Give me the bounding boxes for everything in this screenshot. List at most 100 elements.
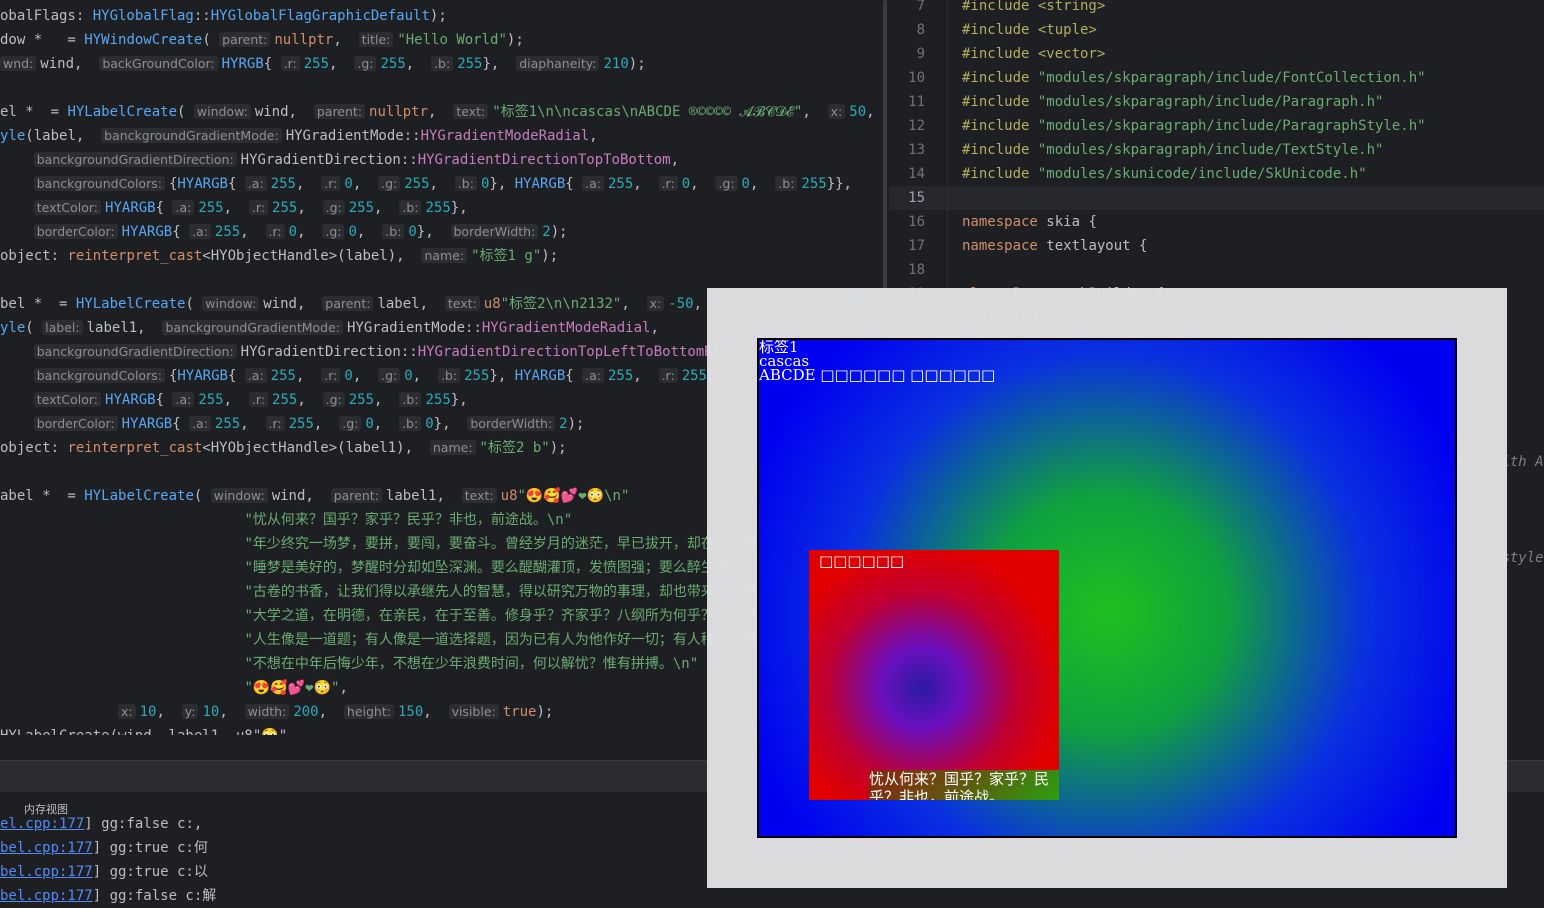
code-line: yle( label: label1, banckgroundGradientMo… xyxy=(0,316,659,340)
code-token: "标签1\n\ncascas\nABCDE ®©©©© 𝓐𝓑𝓒𝓓𝓔" xyxy=(492,104,803,120)
code-line: #include "modules/skparagraph/include/Te… xyxy=(962,138,1383,162)
code-line: object: reinterpret_cast<HYObjectHandle>… xyxy=(0,436,567,460)
code-token: , xyxy=(329,56,355,72)
code-token: { xyxy=(565,176,583,192)
code-token: "modules/skparagraph/include/Paragraph.h… xyxy=(1037,94,1384,110)
source-link[interactable]: bel.cpp:177 xyxy=(0,840,93,856)
source-link[interactable]: el.cpp:177 xyxy=(0,816,84,832)
code-token: , xyxy=(223,392,249,408)
code-token: , xyxy=(156,704,182,720)
code-token: skia { xyxy=(1046,214,1097,230)
code-token: 255 xyxy=(270,176,296,192)
parameter-hint: visible: xyxy=(448,704,499,719)
code-token: nullptr xyxy=(369,104,429,120)
code-token: HYARGB xyxy=(105,200,156,216)
code-token: "modules/skparagraph/include/FontCollect… xyxy=(1037,70,1426,86)
code-token: 0 xyxy=(348,224,357,240)
code-token: wind, xyxy=(271,488,331,504)
code-token: HYARGB xyxy=(121,224,173,240)
parameter-hint: borderWidth: xyxy=(467,416,556,431)
code-token: , xyxy=(633,176,659,192)
parameter-hint: .g: xyxy=(322,224,345,239)
code-token: 0 xyxy=(741,176,750,192)
hello-world-window[interactable]: 标签1 cascas ABCDE □□□□□□ □□□□□□ □□□□□□ 忧从… xyxy=(707,288,1507,888)
code-token: , xyxy=(650,320,659,336)
code-token: :: xyxy=(400,152,418,168)
scrollbar-thumb[interactable] xyxy=(883,0,887,290)
code-token: ); xyxy=(628,56,646,72)
code-token: HYARGB xyxy=(177,176,228,192)
parameter-hint: x: xyxy=(118,704,136,719)
parameter-hint: height: xyxy=(343,704,394,719)
parameter-hint: y: xyxy=(181,704,199,719)
parameter-hint: window: xyxy=(210,488,268,503)
code-token: #include xyxy=(962,94,1038,110)
code-token: , xyxy=(297,224,323,240)
code-line: #include <tuple> xyxy=(962,18,1097,42)
code-token: 255 xyxy=(425,200,451,216)
code-token: 255 xyxy=(272,200,298,216)
code-token: , xyxy=(866,104,875,120)
line-number: 9 xyxy=(916,46,925,62)
code-token: HYGradientDirectionTopLeftToBottomRight xyxy=(417,344,747,360)
code-token: { xyxy=(227,368,245,384)
code-token: label, xyxy=(377,296,445,312)
code-token: #include xyxy=(962,0,1038,14)
parameter-hint: window: xyxy=(193,104,251,119)
parameter-hint: textColor: xyxy=(33,200,102,215)
code-token: 0 xyxy=(344,176,353,192)
parameter-hint: parent: xyxy=(330,488,382,503)
code-token: { xyxy=(172,416,190,432)
code-token: ); xyxy=(549,440,567,456)
code-line: #include "modules/skparagraph/include/Pa… xyxy=(962,114,1426,138)
source-link[interactable]: bel.cpp:177 xyxy=(0,864,93,880)
code-token: label1, xyxy=(385,488,462,504)
code-token: "标签1 g" xyxy=(471,248,542,264)
code-line: #include <vector> xyxy=(962,42,1105,66)
source-link[interactable]: bel.cpp:177 xyxy=(0,888,93,904)
line-number: 17 xyxy=(908,238,925,254)
code-token: }, xyxy=(489,176,515,192)
code-token: , xyxy=(412,368,438,384)
code-token: 255 xyxy=(198,392,224,408)
parameter-hint: .r: xyxy=(265,416,285,431)
code-line: x: 10, y: 10, width: 200, height: 150, visib… xyxy=(0,700,553,724)
code-token: 210 xyxy=(603,56,629,72)
code-token: <HYObjectHandle>(label), xyxy=(202,248,422,264)
code-token: { xyxy=(172,224,190,240)
code-line: "古卷的书香，让我们得以承继先人的智慧，得以研究万物的事理，却也带来了疑惑，生与… xyxy=(0,580,807,604)
code-token: ( xyxy=(185,296,203,312)
parameter-hint: .b: xyxy=(382,224,405,239)
line-number: 10 xyxy=(908,70,925,86)
console-text: ] gg:true c:以 xyxy=(92,864,208,880)
code-token: wind, xyxy=(263,296,323,312)
code-token: u8 xyxy=(483,296,501,312)
console-line: bel.cpp:177] gg:false c:解 xyxy=(0,884,216,908)
code-token: , xyxy=(690,176,716,192)
line-number: 13 xyxy=(908,142,925,158)
code-line: abel * = HYLabelCreate( window: wind, par… xyxy=(0,484,629,508)
code-line: #include "modules/skunicode/include/SkUn… xyxy=(962,162,1367,186)
code-token: ( xyxy=(25,320,43,336)
code-token: HYARGB xyxy=(121,416,173,432)
code-token: "标签2 b" xyxy=(479,440,550,456)
label-1: 标签1 cascas ABCDE □□□□□□ □□□□□□ □□□□□□ 忧从… xyxy=(757,338,1457,838)
code-token: ); xyxy=(429,8,447,24)
code-token: , xyxy=(356,224,383,240)
parameter-hint: .b: xyxy=(775,176,798,191)
parameter-hint: parent: xyxy=(322,296,374,311)
code-token: -50 xyxy=(668,296,694,312)
parameter-hint: diaphaneity: xyxy=(516,56,600,71)
code-token: , xyxy=(297,200,323,216)
code-token: "Hello World" xyxy=(397,32,507,48)
parameter-hint: banckgroundGradientMode: xyxy=(162,320,343,335)
parameter-hint: name: xyxy=(429,440,476,455)
code-line: banckgroundColors: {HYARGB{ .a: 255, .r: 0,… xyxy=(0,172,852,196)
parameter-hint: .a: xyxy=(582,368,604,383)
code-line: HYLabelCreate(wind, label1, u8"😳" xyxy=(0,724,287,735)
